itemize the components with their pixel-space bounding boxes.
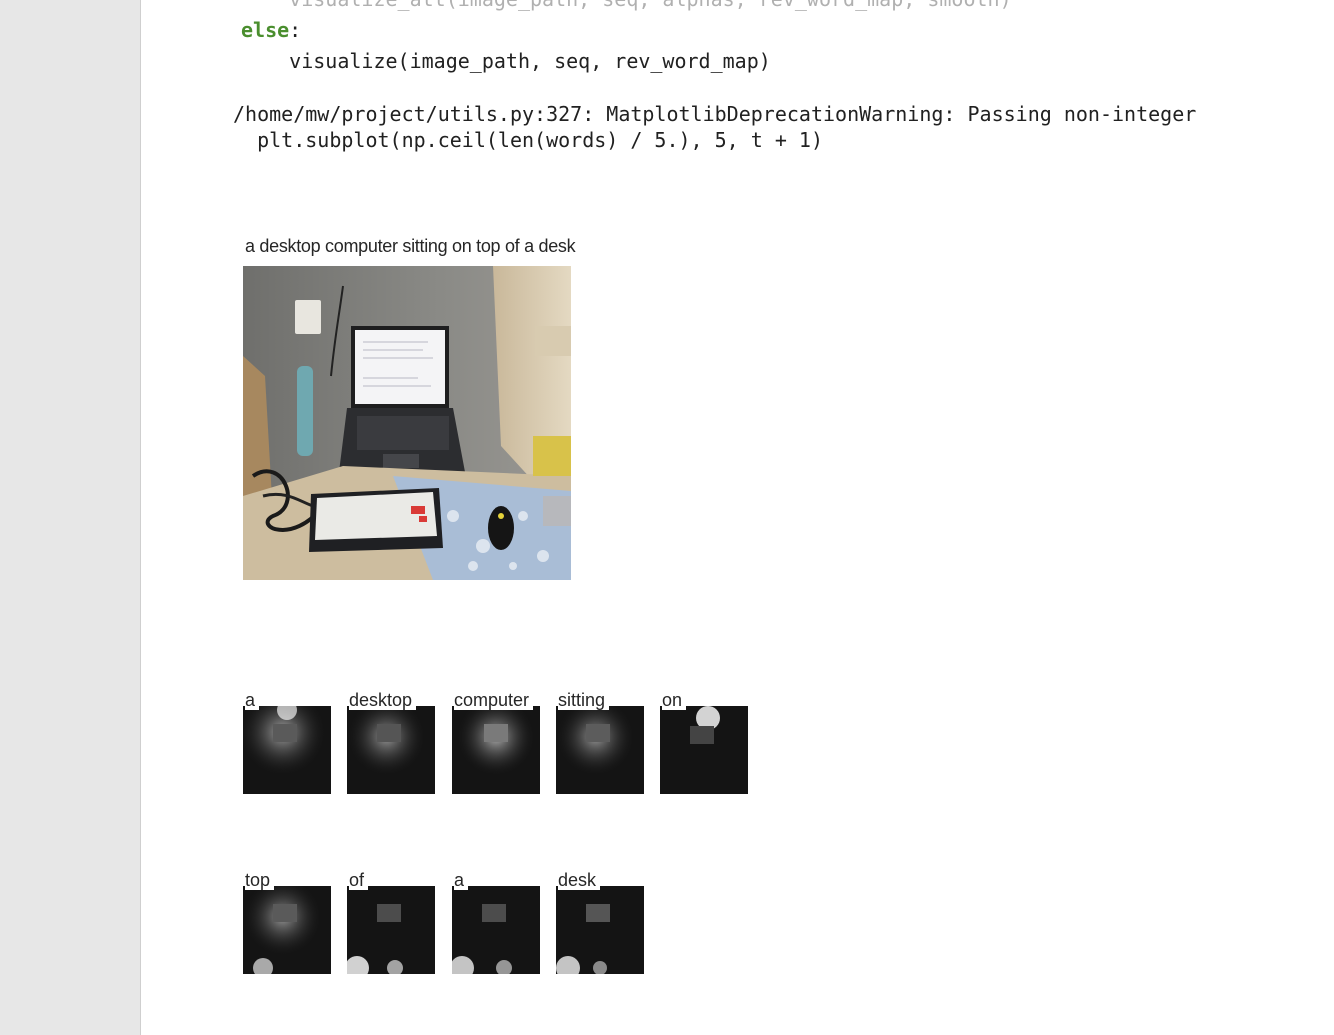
attention-map-word-desktop: desktop bbox=[347, 690, 435, 794]
cell-output-stderr: /home/mw/project/utils.py:327: Matplotli… bbox=[233, 101, 1245, 153]
attention-word-label: sitting bbox=[558, 690, 610, 710]
code-cell[interactable]: visualize_att(image_path, seq, alphas, r… bbox=[241, 0, 1012, 77]
attention-map-word-of: of bbox=[347, 870, 435, 974]
attention-word-label: top bbox=[245, 870, 275, 890]
warning-source-line: plt.subplot(np.ceil(len(words) / 5.), 5,… bbox=[233, 128, 824, 152]
attention-heatmap-image bbox=[660, 706, 748, 794]
attention-heatmap-image bbox=[243, 886, 331, 974]
desk-photo-image bbox=[243, 266, 571, 580]
attention-word-label: of bbox=[349, 870, 369, 890]
attention-word-label: a bbox=[454, 870, 469, 890]
attention-map-word-desk: desk bbox=[556, 870, 644, 974]
attention-map-word-a: a bbox=[243, 690, 331, 794]
attention-word-label: computer bbox=[454, 690, 534, 710]
attention-heatmap-image bbox=[347, 706, 435, 794]
attention-word-label: a bbox=[245, 690, 260, 710]
attention-map-word-on: on bbox=[660, 690, 748, 794]
attention-heatmap-image bbox=[556, 886, 644, 974]
attention-word-label: desktop bbox=[349, 690, 417, 710]
attention-heatmap-image bbox=[556, 706, 644, 794]
attention-heatmap-image bbox=[347, 886, 435, 974]
attention-heatmap-image bbox=[452, 706, 540, 794]
attention-heatmap-image bbox=[452, 886, 540, 974]
attention-map-word-sitting: sitting bbox=[556, 690, 644, 794]
notebook-left-gutter bbox=[0, 0, 140, 1035]
attention-map-word-a-2: a bbox=[452, 870, 540, 974]
deprecation-warning-text: /home/mw/project/utils.py:327: Matplotli… bbox=[233, 102, 1197, 126]
code-line-visualize: visualize(image_path, seq, rev_word_map) bbox=[241, 49, 771, 73]
else-keyword: else bbox=[241, 18, 290, 42]
attention-map-word-top: top bbox=[243, 870, 331, 974]
attention-map-word-computer: computer bbox=[452, 690, 540, 794]
else-colon: : bbox=[289, 18, 302, 42]
code-line-visualize-att: visualize_att(image_path, seq, alphas, r… bbox=[241, 0, 1011, 11]
attention-word-label: desk bbox=[558, 870, 601, 890]
attention-word-label: on bbox=[662, 690, 687, 710]
notebook-page[interactable]: visualize_att(image_path, seq, alphas, r… bbox=[140, 0, 1334, 1035]
attention-heatmap-image bbox=[243, 706, 331, 794]
figure-caption: a desktop computer sitting on top of a d… bbox=[245, 236, 576, 256]
